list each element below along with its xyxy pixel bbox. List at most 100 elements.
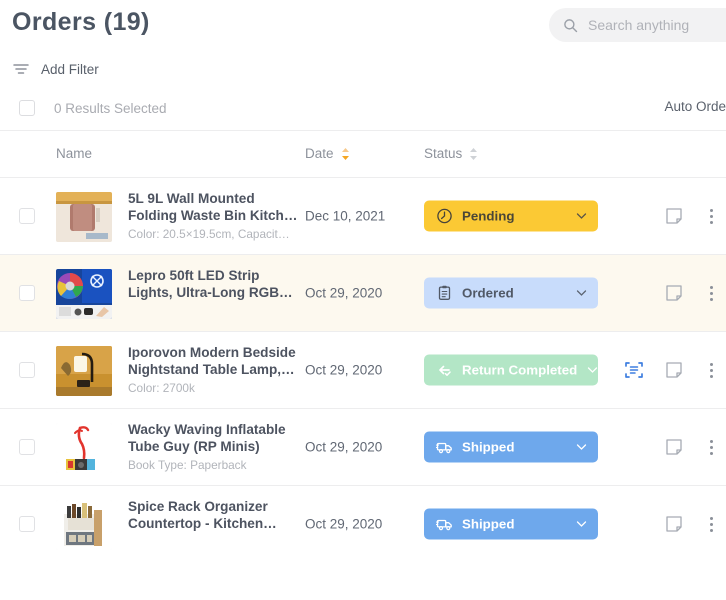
auto-order-button[interactable]: Auto Orde bbox=[664, 99, 726, 114]
orders-page: Orders (19) Add Filter 0 Results Selecte… bbox=[0, 0, 726, 600]
menu-dot bbox=[710, 286, 713, 289]
order-date: Dec 10, 2021 bbox=[305, 209, 385, 224]
search-icon bbox=[563, 18, 578, 33]
product-name-line1: Wacky Waving Inflatable bbox=[128, 421, 298, 438]
more-vertical-icon[interactable] bbox=[704, 284, 718, 302]
product-name-line1: Iporovon Modern Bedside bbox=[128, 344, 298, 361]
note-icon[interactable] bbox=[665, 515, 683, 533]
more-vertical-icon[interactable] bbox=[704, 207, 718, 225]
sort-desc-icon[interactable] bbox=[341, 147, 350, 161]
scan-barcode-icon[interactable] bbox=[624, 360, 644, 380]
row-checkbox[interactable] bbox=[19, 439, 35, 455]
product-variant: Color: 2700k bbox=[128, 381, 298, 395]
product-variant: Color: 20.5×19.5cm, Capacit… bbox=[128, 227, 298, 241]
row-checkbox[interactable] bbox=[19, 516, 35, 532]
table-header-row: Name Date Status bbox=[0, 131, 726, 177]
column-header-date[interactable]: Date bbox=[305, 146, 350, 161]
page-header: Orders (19) bbox=[0, 0, 726, 52]
filter-icon[interactable] bbox=[12, 60, 30, 78]
menu-dot bbox=[710, 517, 713, 520]
table-row[interactable]: Wacky Waving Inflatable Tube Guy (RP Min… bbox=[0, 408, 726, 485]
status-label: Shipped bbox=[462, 517, 566, 532]
table-row[interactable]: Iporovon Modern Bedside Nightstand Table… bbox=[0, 331, 726, 408]
menu-dot bbox=[710, 209, 713, 212]
add-filter-button[interactable]: Add Filter bbox=[41, 62, 99, 77]
truck-icon bbox=[436, 516, 453, 533]
note-icon[interactable] bbox=[665, 284, 683, 302]
product-name-line2: Countertop - Kitchen… bbox=[128, 515, 298, 532]
menu-dot bbox=[710, 363, 713, 366]
menu-dot bbox=[710, 452, 713, 455]
status-dropdown-pending[interactable]: Pending bbox=[424, 201, 598, 232]
product-thumbnail bbox=[56, 423, 112, 473]
product-name-cell: Iporovon Modern Bedside Nightstand Table… bbox=[128, 344, 298, 395]
chevron-down-icon bbox=[575, 210, 588, 223]
more-vertical-icon[interactable] bbox=[704, 361, 718, 379]
column-header-status[interactable]: Status bbox=[424, 146, 478, 161]
column-label-date: Date bbox=[305, 146, 334, 161]
menu-dot bbox=[710, 446, 713, 449]
product-thumbnail bbox=[56, 192, 112, 242]
status-dropdown-shipped[interactable]: Shipped bbox=[424, 509, 598, 540]
search-input[interactable] bbox=[588, 17, 726, 33]
more-vertical-icon[interactable] bbox=[704, 438, 718, 456]
note-icon[interactable] bbox=[665, 438, 683, 456]
status-dropdown-return-completed[interactable]: Return Completed bbox=[424, 355, 598, 386]
product-name-cell: Wacky Waving Inflatable Tube Guy (RP Min… bbox=[128, 421, 298, 472]
chevron-down-icon bbox=[575, 518, 588, 531]
menu-dot bbox=[710, 215, 713, 218]
menu-dot bbox=[710, 523, 713, 526]
row-checkbox[interactable] bbox=[19, 285, 35, 301]
product-name-line2: Tube Guy (RP Minis) bbox=[128, 438, 298, 455]
menu-dot bbox=[710, 529, 713, 532]
table-row[interactable]: 5L 9L Wall Mounted Folding Waste Bin Kit… bbox=[0, 177, 726, 254]
status-label: Return Completed bbox=[462, 363, 577, 378]
product-thumbnail bbox=[56, 269, 112, 319]
select-all-checkbox[interactable] bbox=[19, 100, 35, 116]
status-label: Ordered bbox=[462, 286, 566, 301]
chevron-down-icon bbox=[586, 364, 599, 377]
product-name-line1: Lepro 50ft LED Strip bbox=[128, 267, 298, 284]
column-header-name[interactable]: Name bbox=[56, 146, 92, 161]
chevron-down-icon bbox=[575, 441, 588, 454]
selection-bar: 0 Results Selected Auto Orde bbox=[0, 86, 726, 130]
product-thumbnail bbox=[56, 500, 112, 550]
clock-icon bbox=[436, 208, 453, 225]
order-date: Oct 29, 2020 bbox=[305, 517, 382, 532]
clipboard-icon bbox=[436, 285, 453, 302]
sort-neutral-icon[interactable] bbox=[469, 147, 478, 161]
product-thumbnail bbox=[56, 346, 112, 396]
product-name-line2: Nightstand Table Lamp,… bbox=[128, 361, 298, 378]
return-arrow-icon bbox=[436, 362, 453, 379]
table-row[interactable]: Lepro 50ft LED Strip Lights, Ultra-Long … bbox=[0, 254, 726, 331]
product-name-line2: Folding Waste Bin Kitch… bbox=[128, 207, 298, 224]
menu-dot bbox=[710, 369, 713, 372]
table-row[interactable]: Spice Rack Organizer Countertop - Kitche… bbox=[0, 485, 726, 562]
row-checkbox[interactable] bbox=[19, 208, 35, 224]
search-box[interactable] bbox=[549, 8, 726, 42]
note-icon[interactable] bbox=[665, 361, 683, 379]
filter-bar: Add Filter bbox=[0, 52, 726, 86]
column-label-name: Name bbox=[56, 146, 92, 161]
column-label-status: Status bbox=[424, 146, 462, 161]
order-date: Oct 29, 2020 bbox=[305, 440, 382, 455]
product-name-cell: 5L 9L Wall Mounted Folding Waste Bin Kit… bbox=[128, 190, 298, 241]
more-vertical-icon[interactable] bbox=[704, 515, 718, 533]
product-name-line1: 5L 9L Wall Mounted bbox=[128, 190, 298, 207]
order-date: Oct 29, 2020 bbox=[305, 286, 382, 301]
row-checkbox[interactable] bbox=[19, 362, 35, 378]
product-name-line1: Spice Rack Organizer bbox=[128, 498, 298, 515]
orders-table: Name Date Status bbox=[0, 130, 726, 562]
selection-count-label: 0 Results Selected bbox=[54, 101, 167, 116]
status-dropdown-shipped[interactable]: Shipped bbox=[424, 432, 598, 463]
order-date: Oct 29, 2020 bbox=[305, 363, 382, 378]
chevron-down-icon bbox=[575, 287, 588, 300]
product-name-cell: Spice Rack Organizer Countertop - Kitche… bbox=[128, 498, 298, 535]
truck-icon bbox=[436, 439, 453, 456]
menu-dot bbox=[710, 221, 713, 224]
note-icon[interactable] bbox=[665, 207, 683, 225]
menu-dot bbox=[710, 440, 713, 443]
product-name-cell: Lepro 50ft LED Strip Lights, Ultra-Long … bbox=[128, 267, 298, 304]
product-variant: Book Type: Paperback bbox=[128, 458, 298, 472]
status-dropdown-ordered[interactable]: Ordered bbox=[424, 278, 598, 309]
